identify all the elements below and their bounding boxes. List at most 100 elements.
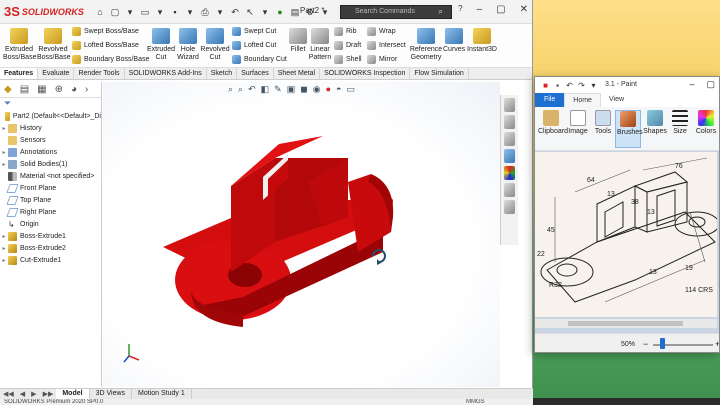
display-manager-tab-icon[interactable]: ◕ (71, 84, 77, 95)
rib-button[interactable]: Rib (334, 27, 357, 36)
expand-icon[interactable]: ▸ (0, 245, 8, 252)
last-tab-arrow-icon[interactable]: ▶▶ (40, 390, 57, 398)
paint-app-icon[interactable]: ■ (541, 81, 550, 90)
boundary-boss-button[interactable]: Boundary Boss/Base (72, 55, 149, 64)
property-manager-tab-icon[interactable]: ▤ (20, 84, 29, 95)
revolved-cut-button[interactable]: Revolved Cut (200, 28, 230, 62)
chevron-down-icon[interactable]: ▾ (259, 6, 271, 18)
tree-item-material[interactable]: Material <not specified> (0, 170, 101, 182)
curves-button[interactable]: Curves (443, 28, 465, 54)
expand-icon[interactable]: ▸ (0, 149, 8, 156)
next-tab-arrow-icon[interactable]: ▶ (28, 390, 39, 398)
extruded-cut-button[interactable]: Extruded Cut (146, 28, 176, 62)
chevron-down-icon[interactable]: ▾ (214, 6, 226, 18)
redo-icon[interactable]: ↷ (577, 81, 586, 90)
solidworks-resources-icon[interactable] (504, 98, 515, 112)
print-icon[interactable]: ⎙ (199, 6, 211, 18)
search-icon[interactable]: ⌕ (439, 6, 443, 18)
tab-features[interactable]: Features (0, 68, 39, 79)
swept-boss-button[interactable]: Swept Boss/Base (72, 27, 139, 36)
tab-view[interactable]: View (601, 93, 632, 107)
tree-item-boss-extrude1[interactable]: ▸ Boss-Extrude1 (0, 230, 101, 242)
tree-item-solid-bodies[interactable]: ▸ Solid Bodies(1) (0, 158, 101, 170)
expand-icon[interactable]: ▸ (0, 257, 8, 264)
tree-item-right-plane[interactable]: Right Plane (0, 206, 101, 218)
tree-item-annotations[interactable]: ▸ Annotations (0, 146, 101, 158)
new-document-icon[interactable]: ▢ (109, 6, 121, 18)
lofted-boss-button[interactable]: Lofted Boss/Base (72, 41, 139, 50)
image-group[interactable]: Image (567, 110, 589, 135)
configuration-manager-tab-icon[interactable]: ▦ (37, 84, 46, 95)
tab-file[interactable]: File (535, 93, 565, 107)
brushes-group[interactable]: Brushes (615, 110, 643, 148)
tree-item-sensors[interactable]: Sensors (0, 134, 101, 146)
paint-canvas[interactable]: 64 13 38 13 76 45 22 R32 13 19 114 CRS (535, 152, 717, 317)
fillet-button[interactable]: Fillet (288, 28, 308, 54)
chevron-down-icon[interactable]: ▾ (589, 81, 598, 90)
hole-wizard-button[interactable]: Hole Wizard (176, 28, 200, 62)
tree-item-top-plane[interactable]: Top Plane (0, 194, 101, 206)
dimxpert-tab-icon[interactable]: ⊕ (55, 84, 63, 95)
shell-button[interactable]: Shell (334, 55, 362, 64)
open-folder-icon[interactable]: ▭ (139, 6, 151, 18)
view-palette-icon[interactable] (504, 149, 515, 163)
linear-pattern-button[interactable]: Linear Pattern (308, 28, 332, 62)
reference-geometry-button[interactable]: Reference Geometry (409, 28, 443, 62)
tab-model[interactable]: Model (56, 389, 90, 399)
graphics-area[interactable]: ⌕ ⌕ ↶ ◧ ✎ ▣ ◼ ◉ ● ◓ ▭ (103, 82, 500, 387)
status-units-text[interactable]: MMGS (466, 399, 485, 405)
tab-3d-views[interactable]: 3D Views (90, 389, 133, 399)
tree-item-front-plane[interactable]: Front Plane (0, 182, 101, 194)
tab-render-tools[interactable]: Render Tools (74, 68, 125, 79)
revolved-boss-button[interactable]: Revolved Boss/Base (37, 28, 70, 62)
draft-button[interactable]: Draft (334, 41, 361, 50)
shapes-group[interactable]: Shapes (643, 110, 667, 135)
expand-icon[interactable]: ▸ (0, 161, 8, 168)
tab-surfaces[interactable]: Surfaces (237, 68, 274, 79)
expand-icon[interactable]: ▸ (0, 233, 8, 240)
appearances-icon[interactable] (504, 166, 515, 180)
scrollbar-thumb[interactable] (568, 321, 683, 326)
instant3d-button[interactable]: Instant3D (466, 28, 498, 54)
clipboard-group[interactable]: Clipboard (538, 110, 568, 135)
tab-sketch[interactable]: Sketch (207, 68, 238, 79)
minimize-button[interactable]: – (477, 4, 483, 15)
tree-item-origin[interactable]: ↳ Origin (0, 218, 101, 230)
expand-right-icon[interactable]: › (85, 84, 88, 95)
expand-icon[interactable]: ▸ (0, 125, 8, 132)
lofted-cut-button[interactable]: Lofted Cut (232, 41, 276, 50)
tree-root-part[interactable]: Part2 (Default<<Default>_Di (0, 110, 101, 122)
tab-flow-simulation[interactable]: Flow Simulation (410, 68, 469, 79)
undo-icon[interactable]: ↶ (565, 81, 574, 90)
zoom-in-button[interactable]: + (715, 339, 719, 349)
tab-sheet-metal[interactable]: Sheet Metal (274, 68, 321, 79)
tab-motion-study[interactable]: Motion Study 1 (132, 389, 192, 399)
feature-tree-tab-icon[interactable]: ◆ (4, 84, 12, 95)
tree-item-history[interactable]: ▸ History (0, 122, 101, 134)
mirror-button[interactable]: Mirror (367, 55, 397, 64)
tab-evaluate[interactable]: Evaluate (38, 68, 75, 79)
zoom-out-button[interactable]: − (643, 339, 648, 349)
rebuild-icon[interactable]: ● (274, 6, 286, 18)
forum-icon[interactable] (504, 200, 515, 214)
first-tab-arrow-icon[interactable]: ◀◀ (0, 390, 17, 398)
chevron-down-icon[interactable]: ▾ (154, 6, 166, 18)
zoom-slider-thumb[interactable] (660, 338, 665, 349)
maximize-button[interactable]: ▢ (496, 4, 505, 15)
maximize-button[interactable]: ▢ (706, 79, 715, 90)
filter-icon[interactable]: ⏷ (0, 98, 101, 110)
swept-cut-button[interactable]: Swept Cut (232, 27, 276, 36)
undo-icon[interactable]: ↶ (229, 6, 241, 18)
close-button[interactable]: ✕ (520, 4, 528, 15)
chevron-down-icon[interactable]: ▾ (184, 6, 196, 18)
chevron-down-icon[interactable]: ▾ (124, 6, 136, 18)
search-commands-input[interactable]: Search Commands ⌕ (340, 5, 452, 19)
colors-group[interactable]: Colors (695, 110, 717, 135)
save-icon[interactable]: ▪ (553, 81, 562, 90)
tools-group[interactable]: Tools (593, 110, 613, 135)
solidworks-logo[interactable]: 3S SOLIDWORKS (4, 4, 84, 19)
tree-item-cut-extrude1[interactable]: ▸ Cut-Extrude1 (0, 254, 101, 266)
wrap-button[interactable]: Wrap (367, 27, 396, 36)
size-group[interactable]: Size (671, 110, 689, 135)
part-model-3d[interactable] (103, 82, 500, 387)
